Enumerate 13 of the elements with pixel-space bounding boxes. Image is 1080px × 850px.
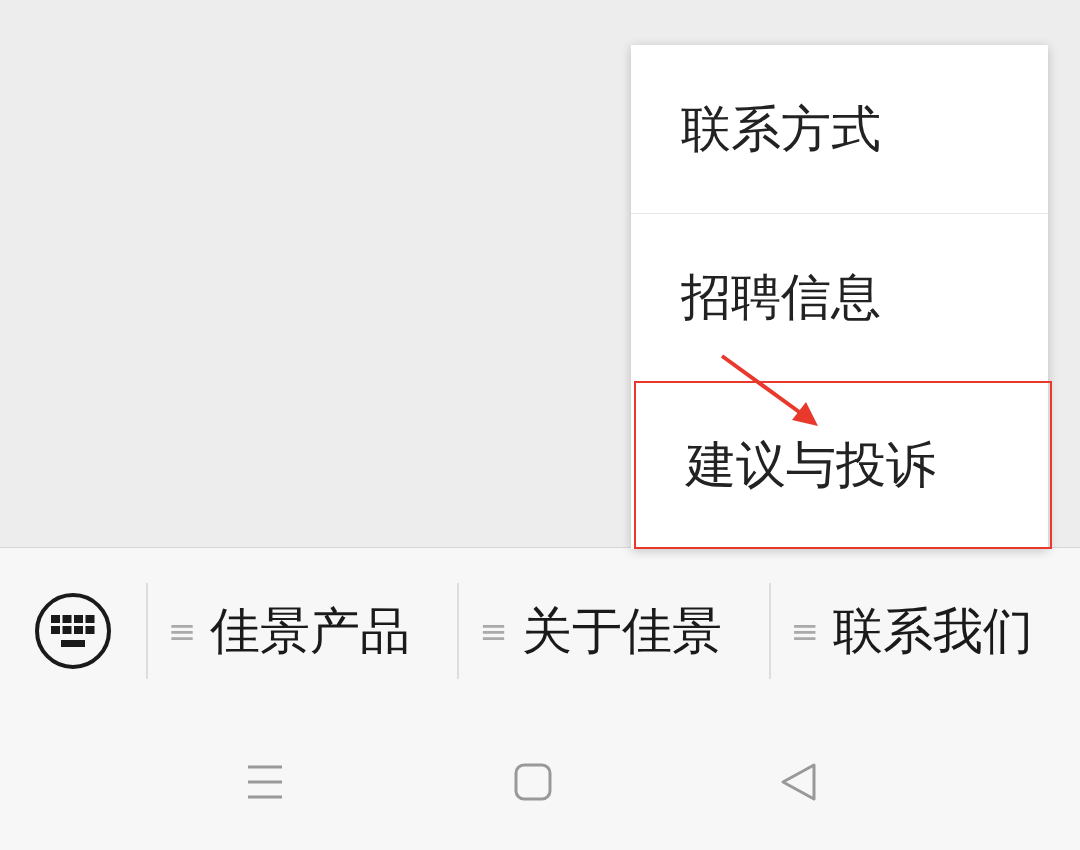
menu-glyph: ≡ xyxy=(479,609,508,653)
menu-glyph: ≡ xyxy=(790,609,820,653)
menu-bar-item[interactable]: 联系我们 xyxy=(833,593,1034,669)
menu-bar-item[interactable]: 佳景产品 xyxy=(210,593,411,669)
back-icon[interactable] xyxy=(780,762,818,802)
menu-bar-item[interactable]: 关于佳景 xyxy=(521,593,722,669)
menu-item[interactable]: 联系方式 xyxy=(631,45,1048,213)
menu-icon[interactable] xyxy=(246,764,284,800)
menu-item[interactable]: 建议与投诉 xyxy=(634,381,1052,549)
home-icon[interactable] xyxy=(514,763,552,801)
keyboard-icon[interactable] xyxy=(32,591,113,671)
menu-glyph: ≡ xyxy=(167,609,197,653)
menu-item[interactable]: 招聘信息 xyxy=(631,213,1048,381)
